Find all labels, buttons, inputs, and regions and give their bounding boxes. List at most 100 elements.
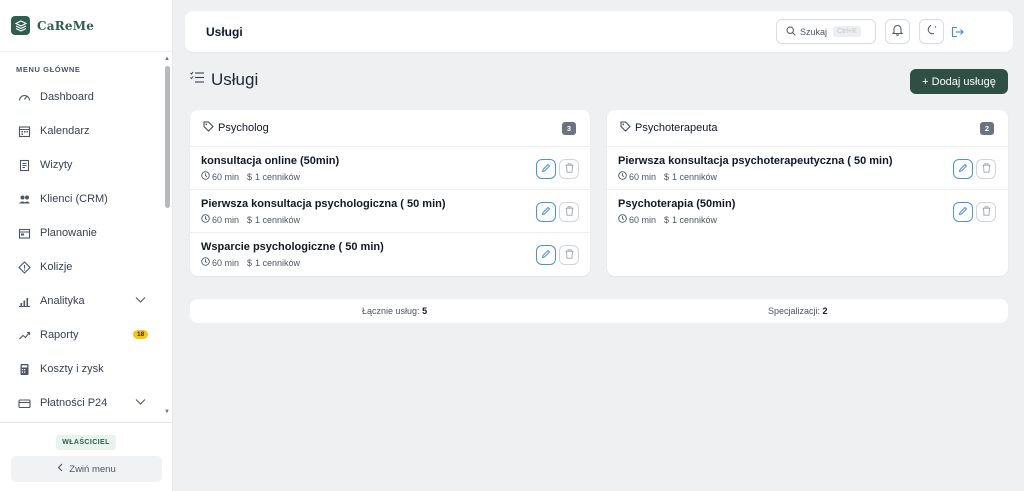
tag-icon	[203, 119, 214, 137]
dashboard-gauge-icon	[18, 91, 31, 104]
service-duration: 60 min	[212, 214, 240, 225]
edit-service-button[interactable]	[536, 245, 556, 265]
service-duration: 60 min	[212, 257, 240, 268]
service-price-lists: 1 cenników	[672, 171, 718, 182]
planning-icon	[18, 227, 31, 240]
logout-icon[interactable]	[951, 25, 964, 43]
service-row: Wsparcie psychologiczne ( 50 min) 60 min…	[190, 233, 590, 276]
edit-service-button[interactable]	[536, 202, 556, 222]
specializations-value: 2	[822, 306, 828, 316]
scroll-down-arrow-icon[interactable]: ▼	[164, 409, 170, 415]
sidebar-item-dashboard[interactable]: Dashboard	[0, 80, 160, 114]
brand-logo-icon	[11, 16, 30, 35]
service-row: Pierwsza konsultacja psychoterapeutyczna…	[607, 147, 1008, 190]
service-count-badge: 3	[562, 122, 576, 135]
brand[interactable]: CaReMe	[0, 0, 172, 52]
calendar-icon	[18, 125, 31, 138]
search-label: Szukaj	[800, 26, 828, 37]
pencil-icon	[958, 160, 968, 178]
sidebar-item-label: Wizyty	[40, 159, 73, 171]
dollar-icon: $	[247, 171, 253, 182]
card-header: Psycholog 3	[190, 110, 590, 147]
search-button[interactable]: Szukaj Ctrl+K	[776, 19, 876, 44]
card-header: Psychoterapeuta 2	[607, 110, 1008, 147]
edit-service-button[interactable]	[536, 159, 556, 179]
sidebar-scrollbar[interactable]	[165, 66, 170, 208]
service-name: Pierwsza konsultacja psychoterapeutyczna…	[618, 155, 893, 167]
service-price-lists: 1 cenników	[672, 214, 718, 225]
sidebar-item-label: Analityka	[40, 295, 85, 307]
edit-service-button[interactable]	[953, 202, 973, 222]
sidebar-item-label: Płatności P24	[40, 397, 108, 409]
total-services-label: Łącznie usług:	[362, 306, 420, 316]
search-icon	[786, 25, 796, 38]
bar-chart-icon	[18, 295, 31, 308]
delete-service-button[interactable]	[559, 202, 579, 222]
page-header: Usługi	[190, 70, 258, 90]
service-price-lists: 1 cenników	[255, 214, 301, 225]
brand-name: CaReMe	[37, 18, 95, 33]
service-duration: 60 min	[629, 214, 657, 225]
clock-icon	[201, 257, 210, 268]
calculator-icon	[18, 363, 31, 376]
card-title: Psychoterapeuta	[635, 122, 718, 134]
search-shortcut: Ctrl+K	[833, 26, 861, 37]
delete-service-button[interactable]	[976, 202, 996, 222]
collapse-menu-button[interactable]: Zwiń menu	[11, 456, 162, 482]
theme-toggle-button[interactable]	[919, 19, 944, 44]
sidebar-item-collisions[interactable]: Kolizje	[0, 250, 160, 284]
service-meta: 60 min $ 1 cenników	[201, 171, 300, 182]
add-service-button[interactable]: + Dodaj usługę	[910, 69, 1008, 94]
sidebar-item-clients[interactable]: Klienci (CRM)	[0, 182, 160, 216]
delete-service-button[interactable]	[976, 159, 996, 179]
clock-icon	[618, 171, 627, 182]
delete-service-button[interactable]	[559, 159, 579, 179]
notifications-button[interactable]	[885, 19, 910, 44]
sidebar-item-costs[interactable]: Koszty i zysk	[0, 352, 160, 386]
clock-icon	[201, 171, 210, 182]
service-duration: 60 min	[629, 171, 657, 182]
trash-icon	[982, 160, 991, 178]
list-icon	[190, 71, 205, 89]
sidebar-item-planning[interactable]: Planowanie	[0, 216, 160, 250]
reports-count-badge: 18	[133, 330, 149, 339]
sidebar-item-analytics[interactable]: Analityka	[0, 284, 160, 318]
service-meta: 60 min $ 1 cenników	[618, 214, 717, 225]
trash-icon	[565, 160, 574, 178]
sidebar-item-calendar[interactable]: Kalendarz	[0, 114, 160, 148]
service-name: konsultacja online (50min)	[201, 155, 340, 167]
service-name: Psychoterapia (50min)	[618, 198, 736, 210]
chevron-down-icon	[135, 295, 146, 307]
summary-bar: Łącznie usług: 5 Specjalizacji: 2	[190, 299, 1008, 323]
service-meta: 60 min $ 1 cenników	[618, 171, 717, 182]
edit-service-button[interactable]	[953, 159, 973, 179]
sidebar-item-reports[interactable]: Raporty 18	[0, 318, 160, 352]
topbar: Usługi Szukaj Ctrl+K	[185, 11, 1013, 52]
users-icon	[18, 193, 31, 206]
total-services: Łącznie usług: 5	[362, 306, 427, 316]
document-icon	[18, 159, 31, 172]
service-meta: 60 min $ 1 cenników	[201, 257, 300, 268]
pencil-icon	[541, 203, 551, 221]
sidebar-item-label: Koszty i zysk	[40, 363, 104, 375]
total-services-value: 5	[422, 306, 428, 316]
page-title: Usługi	[206, 25, 243, 39]
sidebar-item-payments[interactable]: Płatności P24	[0, 386, 160, 420]
bell-icon	[891, 23, 904, 41]
trash-icon	[982, 203, 991, 221]
chevron-down-icon	[135, 397, 146, 409]
pencil-icon	[958, 203, 968, 221]
warning-diamond-icon	[18, 260, 31, 274]
dollar-icon: $	[664, 214, 670, 225]
sidebar-item-label: Kalendarz	[40, 125, 90, 137]
credit-card-icon	[18, 397, 31, 410]
service-name: Pierwsza konsultacja psychologiczna ( 50…	[201, 198, 446, 210]
specializations-label: Specjalizacji:	[768, 306, 821, 316]
chevron-left-icon	[57, 463, 63, 475]
sidebar-item-visits[interactable]: Wizyty	[0, 148, 160, 182]
menu-section-title: MENU GŁÓWNE	[16, 65, 81, 74]
scroll-up-arrow-icon[interactable]: ▲	[164, 56, 170, 62]
pencil-icon	[541, 246, 551, 264]
role-badge: WŁAŚCICIEL	[56, 435, 116, 450]
delete-service-button[interactable]	[559, 245, 579, 265]
